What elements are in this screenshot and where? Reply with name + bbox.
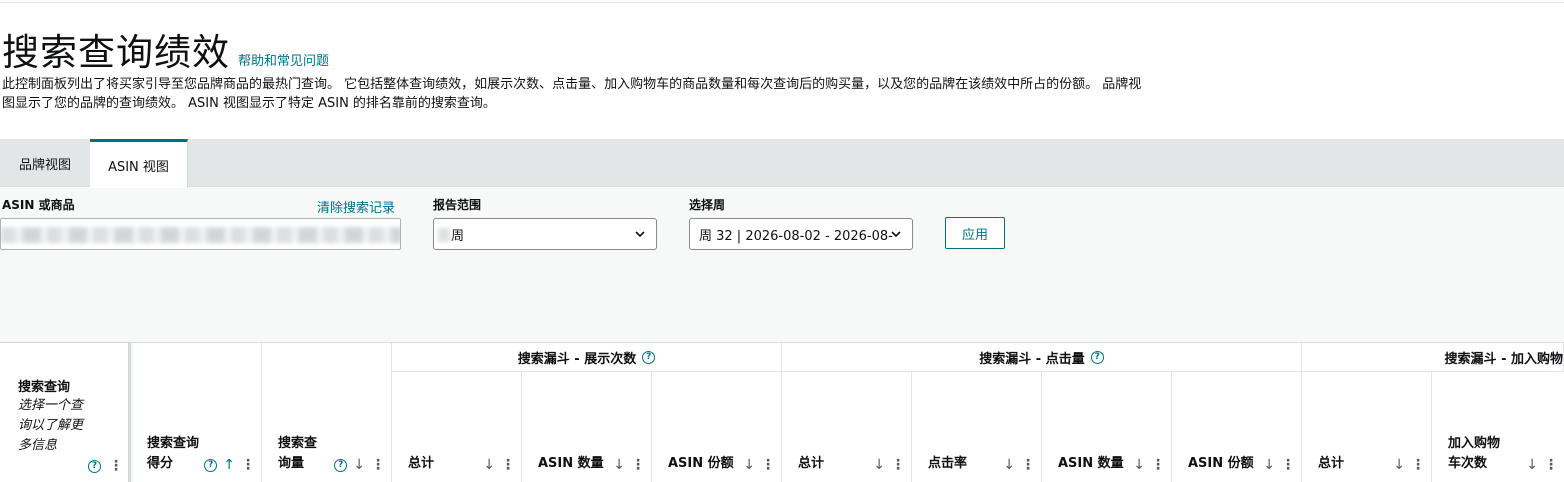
search-query-header: 搜索查询 — [18, 380, 71, 395]
page-description: 此控制面板列出了将买家引导至您品牌商品的最热门查询。 它包括整体查询绩效，如展示… — [2, 77, 1142, 111]
kebab-icon[interactable]: ⋮ — [1151, 457, 1165, 473]
redacted-range-prefix — [438, 228, 450, 242]
clicks-total-header: 总计 — [798, 456, 825, 471]
apply-button[interactable]: 应用 — [945, 217, 1005, 249]
select-week-select[interactable]: 周 32 | 2026-08-02 - 2026-08- — [689, 218, 913, 250]
arrow-down-icon[interactable]: ↓ — [613, 457, 625, 473]
column-clicks-asin-share: ASIN 份额 ↓ ⋮ — [1172, 372, 1302, 482]
arrow-up-icon[interactable]: ↑ — [223, 457, 235, 473]
cart-total-header: 总计 — [1318, 456, 1345, 471]
tab-asin-view[interactable]: ASIN 视图 — [90, 139, 188, 188]
group-add-to-cart-label: 搜索漏斗 - 加入购物 — [1444, 351, 1563, 367]
kebab-icon[interactable]: ⋮ — [1021, 457, 1035, 473]
group-clicks-label: 搜索漏斗 - 点击量 — [979, 351, 1085, 367]
arrow-down-icon[interactable]: ↓ — [743, 457, 755, 473]
column-search-query: 搜索查询 选择一个查询以了解更多信息 ? ⋮ — [0, 343, 131, 482]
arrow-down-icon[interactable]: ↓ — [1133, 457, 1145, 473]
arrow-down-icon[interactable]: ↓ — [1003, 457, 1015, 473]
arrow-down-icon[interactable]: ↓ — [1393, 457, 1405, 473]
top-divider — [0, 0, 1564, 3]
column-add-to-cart-count: 加入购物车次数 ↓ ⋮ — [1432, 372, 1564, 482]
select-week-label: 选择周 — [689, 198, 726, 212]
report-range-select[interactable]: 周 — [433, 218, 657, 250]
kebab-icon[interactable]: ⋮ — [1281, 457, 1295, 473]
column-impressions-total: 总计 ↓ ⋮ — [392, 372, 522, 482]
impressions-asin-share-header: ASIN 份额 — [668, 456, 734, 471]
title-row: 搜索查询绩效 帮助和常见问题 — [2, 22, 329, 76]
report-range-value: 周 — [451, 228, 465, 244]
arrow-down-icon[interactable]: ↓ — [873, 457, 885, 473]
view-tabs: 品牌视图 ASIN 视图 — [0, 139, 1564, 188]
kebab-icon[interactable]: ⋮ — [761, 457, 775, 473]
column-query-score: 搜索查询得分 ? ↑ ⋮ — [131, 343, 262, 482]
group-clicks: 搜索漏斗 - 点击量 ? — [782, 343, 1302, 372]
help-faq-link[interactable]: 帮助和常见问题 — [238, 50, 329, 69]
select-week-value: 周 32 | 2026-08-02 - 2026-08- — [699, 228, 893, 244]
query-table-header: 搜索查询 选择一个查询以了解更多信息 ? ⋮ 搜索查询得分 ? ↑ ⋮ 搜索查询… — [0, 342, 1564, 482]
arrow-down-icon[interactable]: ↓ — [1526, 457, 1538, 473]
asin-search-input[interactable] — [0, 218, 401, 250]
page-title: 搜索查询绩效 — [2, 31, 230, 74]
chevron-down-icon — [635, 231, 645, 238]
asin-label: ASIN 或商品 — [2, 198, 75, 212]
arrow-down-icon[interactable]: ↓ — [483, 457, 495, 473]
kebab-icon[interactable]: ⋮ — [1544, 457, 1558, 473]
tab-brand-view[interactable]: 品牌视图 — [0, 139, 90, 187]
column-click-rate: 点击率 ↓ ⋮ — [912, 372, 1042, 482]
impressions-total-header: 总计 — [408, 456, 435, 471]
group-add-to-cart: 搜索漏斗 - 加入购物 — [1302, 343, 1564, 372]
column-clicks-total: 总计 ↓ ⋮ — [782, 372, 912, 482]
kebab-icon[interactable]: ⋮ — [241, 457, 255, 473]
group-impressions-label: 搜索漏斗 - 展示次数 — [517, 351, 637, 367]
column-cart-total: 总计 ↓ ⋮ — [1302, 372, 1432, 482]
redacted-asin-text — [1, 227, 400, 243]
question-circle-icon[interactable]: ? — [642, 350, 656, 364]
group-impressions: 搜索漏斗 - 展示次数 ? — [392, 343, 782, 372]
kebab-icon[interactable]: ⋮ — [1411, 457, 1425, 473]
column-impressions-asin-share: ASIN 份额 ↓ ⋮ — [652, 372, 782, 482]
kebab-icon[interactable]: ⋮ — [501, 457, 515, 473]
kebab-icon[interactable]: ⋮ — [371, 457, 385, 473]
column-impressions-asin-count: ASIN 数量 ↓ ⋮ — [522, 372, 652, 482]
impressions-asin-count-header: ASIN 数量 — [538, 456, 604, 471]
clicks-asin-count-header: ASIN 数量 — [1058, 456, 1124, 471]
kebab-icon[interactable]: ⋮ — [631, 457, 645, 473]
clicks-asin-share-header: ASIN 份额 — [1188, 456, 1254, 471]
column-clicks-asin-count: ASIN 数量 ↓ ⋮ — [1042, 372, 1172, 482]
click-rate-header: 点击率 — [928, 456, 968, 471]
kebab-icon[interactable]: ⋮ — [109, 458, 123, 474]
question-circle-icon[interactable]: ? — [204, 458, 218, 472]
search-query-hint: 选择一个查询以了解更多信息 — [18, 398, 84, 453]
filter-panel — [0, 188, 1564, 343]
query-volume-header: 搜索查询量 — [278, 436, 318, 471]
column-query-volume: 搜索查询量 ? ↓ ⋮ — [262, 343, 392, 482]
question-circle-icon[interactable]: ? — [334, 458, 348, 472]
add-to-cart-count-header: 加入购物车次数 — [1448, 436, 1501, 471]
question-circle-icon[interactable]: ? — [88, 459, 101, 473]
chevron-down-icon — [891, 231, 901, 238]
arrow-down-icon[interactable]: ↓ — [353, 457, 365, 473]
clear-search-link[interactable]: 清除搜索记录 — [317, 197, 395, 216]
question-circle-icon[interactable]: ? — [1090, 350, 1104, 364]
kebab-icon[interactable]: ⋮ — [891, 457, 905, 473]
report-range-label: 报告范围 — [433, 198, 482, 212]
arrow-down-icon[interactable]: ↓ — [1263, 457, 1275, 473]
